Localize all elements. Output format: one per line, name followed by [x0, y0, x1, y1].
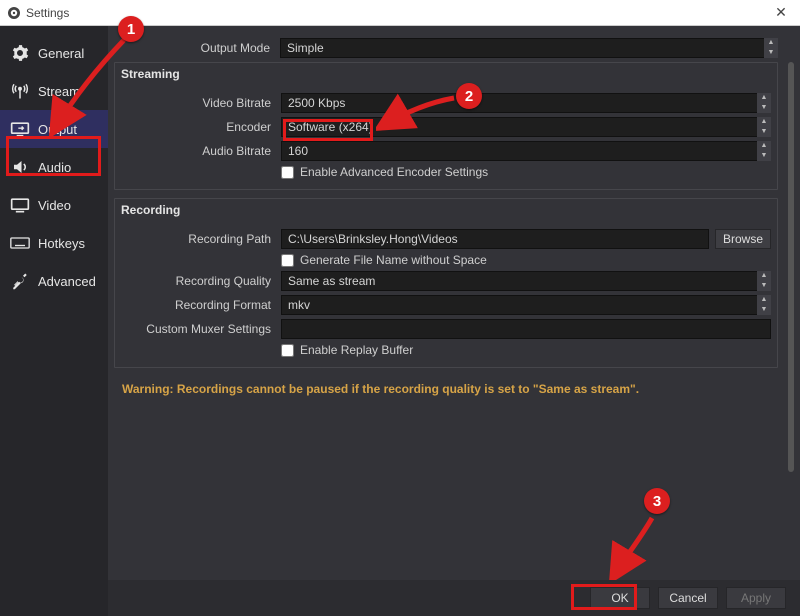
recording-header: Recording — [115, 199, 777, 225]
titlebar: Settings ✕ — [0, 0, 800, 26]
enable-advanced-checkbox[interactable]: Enable Advanced Encoder Settings — [281, 165, 771, 179]
recording-format-select[interactable]: mkv — [281, 295, 771, 315]
gear-icon — [10, 44, 30, 62]
sidebar-item-label: Advanced — [38, 274, 96, 289]
caret-down-icon[interactable]: ▼ — [757, 281, 771, 291]
dialog-footer: OK Cancel Apply — [108, 580, 800, 616]
recording-format-label: Recording Format — [115, 298, 281, 312]
recording-group: Recording Recording Path Browse Generate… — [114, 198, 778, 368]
caret-down-icon[interactable]: ▼ — [757, 127, 771, 137]
sidebar-item-video[interactable]: Video — [0, 186, 108, 224]
muxer-label: Custom Muxer Settings — [115, 322, 281, 336]
monitor-arrow-icon — [10, 120, 30, 138]
generate-filename-checkbox[interactable]: Generate File Name without Space — [281, 253, 771, 267]
antenna-icon — [10, 82, 30, 100]
audio-bitrate-label: Audio Bitrate — [115, 144, 281, 158]
sidebar-item-label: Video — [38, 198, 71, 213]
muxer-input[interactable] — [281, 319, 771, 339]
sidebar-item-general[interactable]: General — [0, 34, 108, 72]
sidebar-item-label: General — [38, 46, 84, 61]
app-icon — [6, 5, 22, 21]
speaker-icon — [10, 158, 30, 176]
streaming-group: Streaming Video Bitrate ▲▼ Encoder Softw… — [114, 62, 778, 190]
sidebar-item-label: Hotkeys — [38, 236, 85, 251]
caret-up-icon[interactable]: ▲ — [757, 117, 771, 127]
recording-path-input[interactable] — [281, 229, 709, 249]
encoder-label: Encoder — [115, 120, 281, 134]
video-bitrate-label: Video Bitrate — [115, 96, 281, 110]
monitor-icon — [10, 196, 30, 214]
checkbox-input[interactable] — [281, 254, 294, 267]
caret-up-icon[interactable]: ▲ — [757, 295, 771, 305]
sidebar-item-advanced[interactable]: Advanced — [0, 262, 108, 300]
spin-up-icon[interactable]: ▲ — [757, 93, 771, 103]
checkbox-label: Generate File Name without Space — [300, 253, 487, 267]
output-mode-select[interactable]: Simple — [280, 38, 778, 58]
caret-down-icon[interactable]: ▼ — [764, 48, 778, 58]
recording-quality-select[interactable]: Same as stream — [281, 271, 771, 291]
checkbox-label: Enable Advanced Encoder Settings — [300, 165, 488, 179]
keyboard-icon — [10, 234, 30, 252]
streaming-header: Streaming — [115, 63, 777, 89]
sidebar: General Stream Output Audio Video Hotkey… — [0, 26, 108, 616]
sidebar-item-audio[interactable]: Audio — [0, 148, 108, 186]
encoder-select[interactable]: Software (x264) — [281, 117, 771, 137]
output-mode-label: Output Mode — [114, 41, 280, 55]
main-panel: Output Mode Simple ▲▼ Streaming Video Bi… — [108, 26, 800, 616]
cancel-button[interactable]: Cancel — [658, 587, 718, 609]
sidebar-item-stream[interactable]: Stream — [0, 72, 108, 110]
scrollbar[interactable] — [788, 62, 794, 472]
replay-buffer-checkbox[interactable]: Enable Replay Buffer — [281, 343, 771, 357]
video-bitrate-input[interactable] — [281, 93, 771, 113]
tools-icon — [10, 272, 30, 290]
caret-down-icon[interactable]: ▼ — [757, 151, 771, 161]
close-icon[interactable]: ✕ — [768, 4, 794, 21]
sidebar-item-label: Output — [38, 122, 77, 137]
spin-down-icon[interactable]: ▼ — [757, 103, 771, 113]
apply-button: Apply — [726, 587, 786, 609]
recording-path-label: Recording Path — [115, 232, 281, 246]
sidebar-item-label: Audio — [38, 160, 71, 175]
browse-button[interactable]: Browse — [715, 229, 771, 249]
sidebar-item-label: Stream — [38, 84, 80, 99]
caret-down-icon[interactable]: ▼ — [757, 305, 771, 315]
sidebar-item-output[interactable]: Output — [0, 110, 108, 148]
caret-up-icon[interactable]: ▲ — [757, 141, 771, 151]
recording-quality-label: Recording Quality — [115, 274, 281, 288]
sidebar-item-hotkeys[interactable]: Hotkeys — [0, 224, 108, 262]
checkbox-input[interactable] — [281, 344, 294, 357]
caret-up-icon[interactable]: ▲ — [757, 271, 771, 281]
checkbox-input[interactable] — [281, 166, 294, 179]
window-title: Settings — [26, 6, 768, 20]
checkbox-label: Enable Replay Buffer — [300, 343, 413, 357]
caret-up-icon[interactable]: ▲ — [764, 38, 778, 48]
audio-bitrate-select[interactable]: 160 — [281, 141, 771, 161]
warning-text: Warning: Recordings cannot be paused if … — [114, 376, 778, 396]
ok-button[interactable]: OK — [590, 587, 650, 609]
